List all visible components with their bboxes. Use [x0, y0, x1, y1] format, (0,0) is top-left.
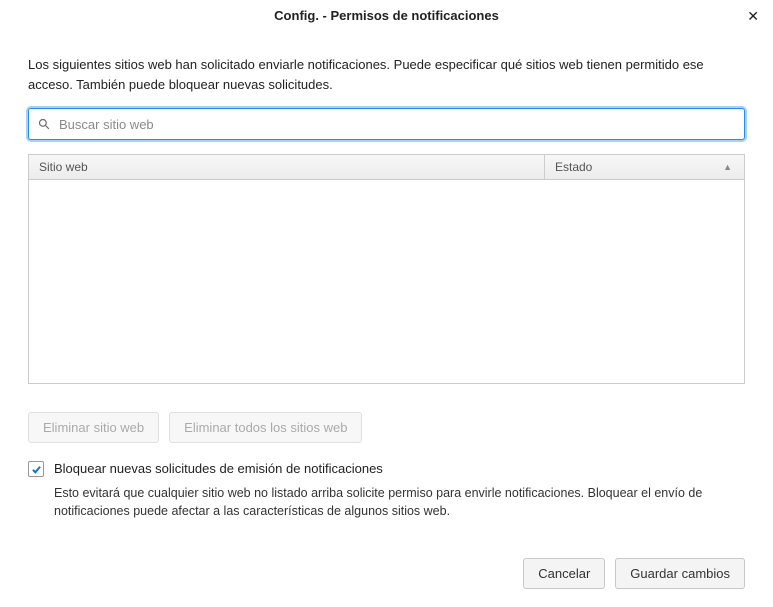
notification-permissions-dialog: Config. - Permisos de notificaciones ✕ L…	[0, 0, 773, 607]
block-new-requests-row: Bloquear nuevas solicitudes de emisión d…	[28, 461, 745, 478]
column-header-status[interactable]: Estado ▲	[544, 155, 744, 179]
table-actions: Eliminar sitio web Eliminar todos los si…	[28, 412, 745, 443]
block-new-requests-label: Bloquear nuevas solicitudes de emisión d…	[54, 461, 383, 478]
remove-site-button[interactable]: Eliminar sitio web	[28, 412, 159, 443]
intro-text: Los siguientes sitios web han solicitado…	[28, 55, 745, 94]
column-header-site[interactable]: Sitio web	[29, 155, 544, 179]
remove-all-sites-button[interactable]: Eliminar todos los sitios web	[169, 412, 362, 443]
save-button[interactable]: Guardar cambios	[615, 558, 745, 589]
checkmark-icon	[31, 464, 42, 475]
block-new-requests-checkbox[interactable]	[28, 461, 44, 477]
dialog-content: Los siguientes sitios web han solicitado…	[0, 31, 773, 607]
cancel-button[interactable]: Cancelar	[523, 558, 605, 589]
search-input[interactable]	[28, 108, 745, 140]
sort-ascending-icon: ▲	[723, 162, 732, 172]
search-icon	[38, 118, 50, 130]
close-icon[interactable]: ✕	[747, 9, 759, 23]
table-header: Sitio web Estado ▲	[29, 155, 744, 180]
dialog-titlebar: Config. - Permisos de notificaciones ✕	[0, 0, 773, 31]
dialog-footer: Cancelar Guardar cambios	[28, 558, 745, 589]
table-body	[29, 180, 744, 383]
sites-table: Sitio web Estado ▲	[28, 154, 745, 384]
block-new-requests-description: Esto evitará que cualquier sitio web no …	[54, 484, 745, 520]
dialog-title: Config. - Permisos de notificaciones	[274, 8, 499, 23]
search-field-wrap	[28, 108, 745, 140]
